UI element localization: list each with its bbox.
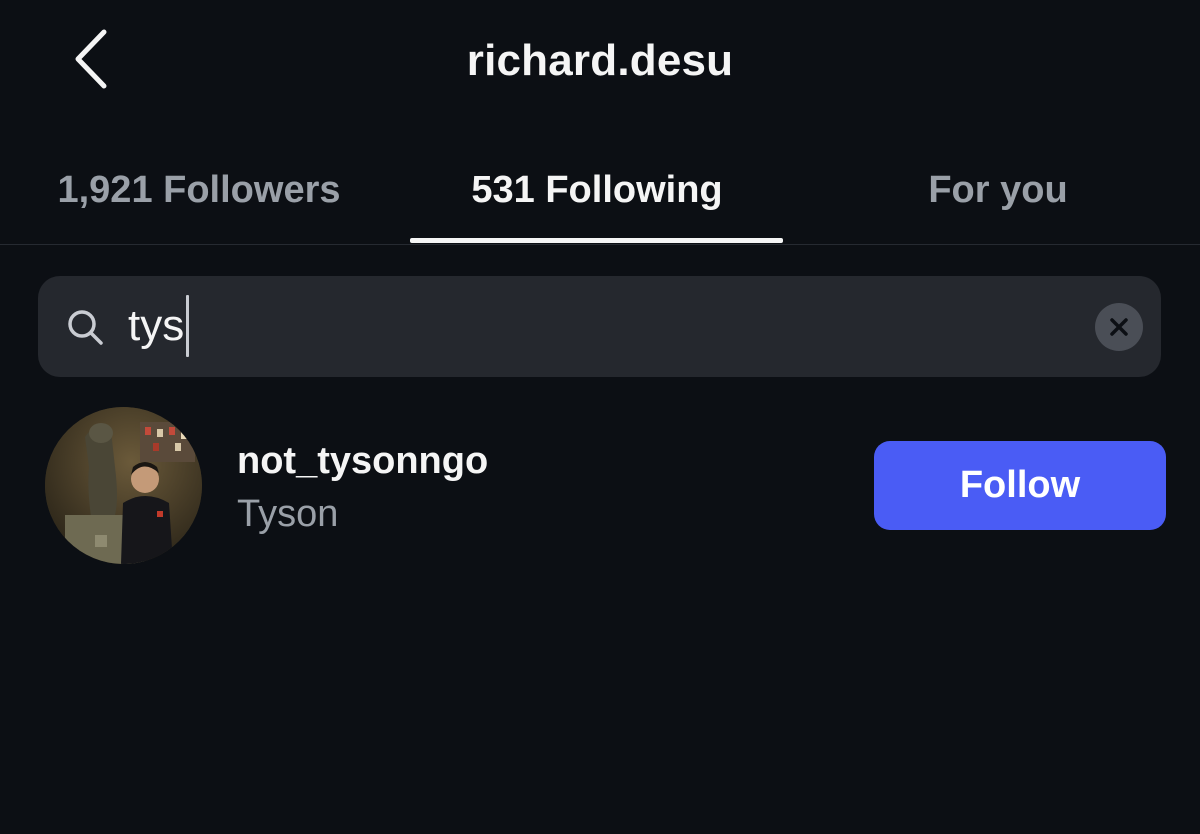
tab-followers[interactable]: 1,921 Followers <box>0 140 398 240</box>
tab-for-you[interactable]: For you <box>798 140 1198 240</box>
search-input-value: tys <box>128 301 185 350</box>
page-title: richard.desu <box>466 36 734 85</box>
text-caret <box>186 295 190 357</box>
clear-search-button[interactable] <box>1095 303 1143 351</box>
active-tab-indicator <box>410 238 783 243</box>
tab-following[interactable]: 531 Following <box>398 140 796 240</box>
avatar[interactable] <box>45 407 202 564</box>
avatar-photo <box>45 407 202 564</box>
tab-bar: 1,921 Followers 531 Following For you <box>0 140 1200 245</box>
display-name: Tyson <box>237 493 339 535</box>
list-item[interactable]: not_tysonngo Tyson Follow <box>0 400 1200 570</box>
search-box[interactable]: tys <box>38 276 1161 377</box>
following-screen: richard.desu 1,921 Followers 531 Followi… <box>0 0 1200 834</box>
username[interactable]: not_tysonngo <box>237 440 488 483</box>
search-input[interactable]: tys <box>128 290 190 362</box>
search-icon <box>68 310 103 345</box>
close-icon <box>1110 318 1128 336</box>
follow-button[interactable]: Follow <box>874 441 1166 530</box>
